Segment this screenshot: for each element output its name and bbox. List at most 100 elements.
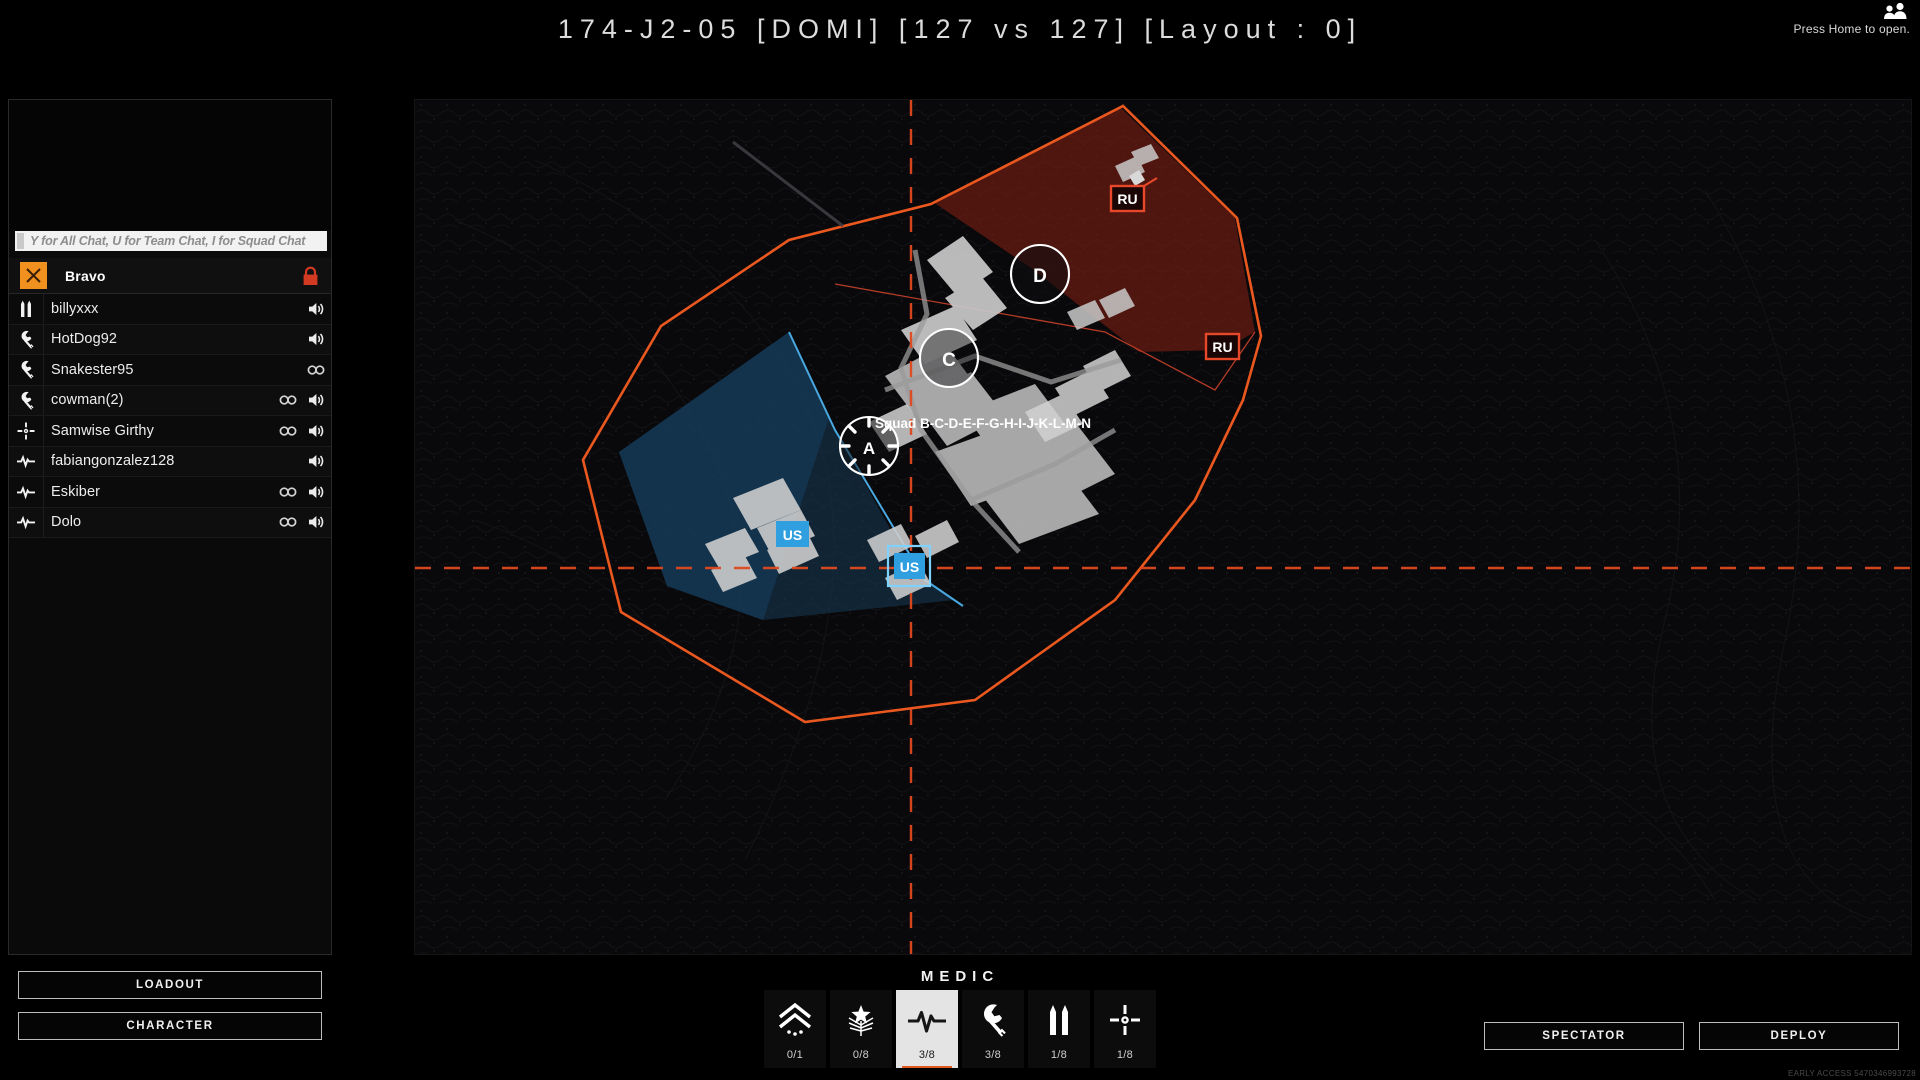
star-laurel-icon [842,999,880,1041]
table-row[interactable]: Snakester95 [9,355,331,386]
flag-team-label: US [783,527,802,543]
row-divider [43,355,44,385]
player-name: HotDog92 [51,331,118,348]
player-name: fabiangonzalez128 [51,453,175,470]
ammo-icon [1047,999,1071,1041]
row-divider [43,294,44,324]
role-squad-leader[interactable]: 0/1 [764,990,826,1068]
early-access-label: EARLY ACCESS 5470346993728 [1787,1069,1916,1078]
medic-icon [9,452,43,470]
table-row[interactable]: fabiangonzalez128 [9,446,331,477]
binoculars-icon[interactable] [279,391,297,409]
binoculars-icon[interactable] [279,513,297,531]
flag-team-label: RU [1117,191,1137,207]
chat-caret [17,233,24,249]
player-name: Dolo [51,514,82,531]
wrench-icon [9,330,43,349]
wrench-icon [9,360,43,379]
table-row[interactable]: HotDog92 [9,324,331,355]
capture-point-label: C [942,350,956,371]
row-icons [307,325,325,355]
binoculars-icon[interactable] [279,422,297,440]
table-row[interactable]: cowman(2) [9,385,331,416]
flag-team-label: US [900,559,919,575]
game-deploy-screen: 174-J2-05 [DOMI] [127 vs 127] [Layout : … [0,0,1920,1080]
ammo-icon [9,299,43,318]
capture-point-d[interactable]: D [1009,243,1071,305]
speaker-icon[interactable] [307,391,325,409]
role-marksman[interactable]: 1/8 [1094,990,1156,1068]
capture-point-label: D [1033,266,1047,287]
speaker-icon[interactable] [307,513,325,531]
tactical-map[interactable]: D C A RU RU US US Squad B-C-D-E-F-G-H-I-… [414,99,1912,955]
player-name: billyxxx [51,300,99,317]
capture-point-label: A [863,439,875,458]
role-selected-underline [902,1066,952,1068]
selected-role-title: MEDIC [920,968,1000,985]
squad-header: Bravo [9,258,331,294]
medic-icon [9,483,43,501]
row-divider [43,324,44,354]
squad-map-label: Squad B-C-D-E-F-G-H-I-J-K-L-M-N [875,416,1091,431]
row-icons [307,447,325,477]
row-divider [43,385,44,415]
chat-log [9,100,331,230]
squad-panel: Y for All Chat, U for Team Chat, I for S… [8,99,332,955]
chat-placeholder: Y for All Chat, U for Team Chat, I for S… [30,234,306,248]
squad-name-label: Bravo [65,267,106,284]
x-icon [26,268,41,283]
speaker-icon[interactable] [307,422,325,440]
lock-icon[interactable] [302,266,319,286]
table-row[interactable]: Eskiber [9,477,331,508]
table-row[interactable]: Samwise Girthy [9,416,331,447]
row-icons [279,508,325,538]
role-rifleman[interactable]: 1/8 [1028,990,1090,1068]
crosshair-icon [1108,999,1142,1041]
leave-squad-button[interactable] [20,262,47,289]
player-name: cowman(2) [51,392,124,409]
role-count: 0/8 [852,1049,870,1061]
role-count: 3/8 [984,1049,1002,1061]
people-icon [1884,2,1907,19]
us-flag-marker-1[interactable]: US [776,521,809,547]
crosshair-icon [9,421,43,441]
speaker-icon[interactable] [307,300,325,318]
binoculars-icon[interactable] [279,483,297,501]
role-engineer[interactable]: 3/8 [962,990,1024,1068]
table-row[interactable]: billyxxx [9,294,331,325]
row-divider [43,507,44,537]
role-count: 3/8 [918,1049,936,1061]
page-title: 174-J2-05 [DOMI] [127 vs 127] [Layout : … [557,14,1363,44]
chevron-rank-icon [776,999,814,1041]
role-selection-bar: MEDIC 0/1 0/8 3/8 3/8 1/8 1/8 [0,962,1920,1080]
player-name: Eskiber [51,483,101,500]
squad-roster: billyxxx HotDog92 Snakester95 cowman(2) … [9,294,331,538]
role-count: 1/8 [1050,1049,1068,1061]
map-canvas[interactable]: D C A RU RU US US Squad B-C-D-E-F-G-H-I-… [415,100,1912,955]
home-hint-label: Press Home to open. [1793,22,1910,36]
deploy-button[interactable]: DEPLOY [1699,1022,1899,1050]
row-divider [43,446,44,476]
row-icons [307,355,325,385]
chat-input[interactable]: Y for All Chat, U for Team Chat, I for S… [15,231,327,251]
capture-point-c[interactable]: C [918,327,980,389]
player-name: Samwise Girthy [51,422,154,439]
heartbeat-icon [906,999,948,1041]
role-count: 1/8 [1116,1049,1134,1061]
binoculars-icon[interactable] [307,361,325,379]
spectator-button[interactable]: SPECTATOR [1484,1022,1684,1050]
top-bar: 174-J2-05 [DOMI] [127 vs 127] [Layout : … [0,0,1920,68]
speaker-icon[interactable] [307,452,325,470]
role-officer[interactable]: 0/8 [830,990,892,1068]
flag-team-label: RU [1212,339,1232,355]
role-count: 0/1 [786,1049,804,1061]
wrench-icon [978,999,1008,1041]
row-divider [43,477,44,507]
role-list: 0/1 0/8 3/8 3/8 1/8 1/8 [764,990,1156,1068]
role-medic[interactable]: 3/8 [896,990,958,1068]
speaker-icon[interactable] [307,330,325,348]
table-row[interactable]: Dolo [9,507,331,538]
ru-flag-marker-2[interactable]: RU [1204,332,1241,361]
row-icons [279,477,325,507]
speaker-icon[interactable] [307,483,325,501]
